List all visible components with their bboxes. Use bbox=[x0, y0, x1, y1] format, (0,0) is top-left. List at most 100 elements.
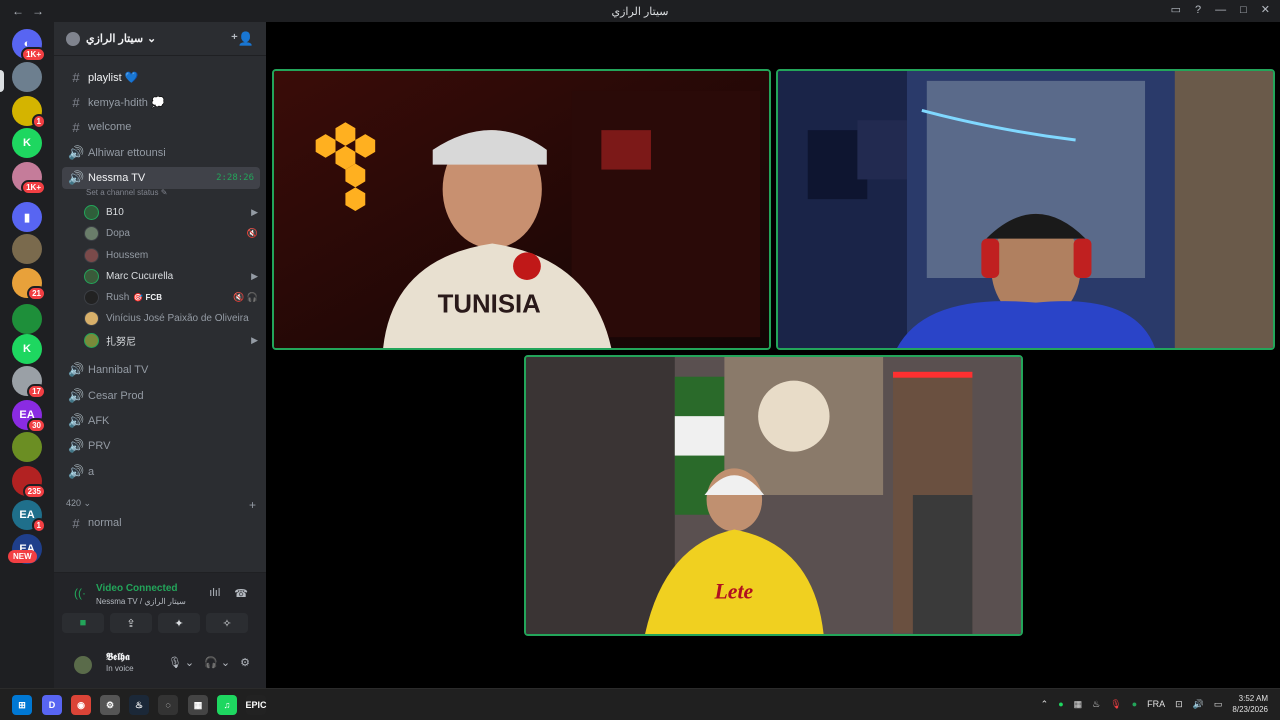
spotify-tray-icon[interactable]: ● bbox=[1058, 699, 1063, 709]
channel-label: Nessma TV bbox=[88, 172, 146, 184]
voice-status-subtitle[interactable]: Nessma TV / سيتار الرازي bbox=[96, 597, 186, 606]
channel-label: playlist 💙 bbox=[88, 71, 139, 84]
taskbar-app-icon[interactable]: ♨ bbox=[129, 695, 149, 715]
voice-member[interactable]: 扎努尼 ▶ bbox=[84, 330, 258, 350]
language-indicator[interactable]: FRA bbox=[1147, 699, 1165, 709]
taskbar-app-icon[interactable]: ⚙ bbox=[100, 695, 120, 715]
camera-on-icon: ▶ bbox=[251, 206, 258, 217]
channel-item[interactable]: 🔊 Nessma TV 2:28:26 bbox=[62, 167, 260, 189]
video-tile-3[interactable]: Lete bbox=[524, 355, 1023, 636]
member-name: 扎努尼 bbox=[106, 336, 136, 348]
microphone-icon[interactable]: 🎙 ⌄ bbox=[168, 656, 194, 669]
noise-suppression-icon[interactable]: ılıl bbox=[209, 587, 220, 600]
disconnect-icon[interactable]: ☎ bbox=[234, 587, 248, 600]
add-channel-icon[interactable]: + bbox=[249, 498, 256, 512]
channel-item[interactable]: # welcome bbox=[62, 116, 260, 138]
network-icon[interactable]: ⊡ bbox=[1175, 699, 1183, 710]
voice-member[interactable]: Vinícius José Paixão de Oliveira bbox=[84, 308, 258, 328]
new-badge: NEW bbox=[8, 550, 37, 563]
taskbar-app-icon[interactable]: ▦ bbox=[188, 695, 208, 715]
server-icon[interactable]: ◐ 1K+ bbox=[12, 29, 46, 62]
voice-member[interactable]: Houssem bbox=[84, 245, 258, 265]
server-icon[interactable] bbox=[12, 304, 42, 334]
server-icon[interactable] bbox=[12, 62, 42, 92]
server-icon[interactable]: K bbox=[12, 128, 42, 158]
server-icon[interactable]: EA 30 bbox=[12, 400, 46, 433]
volume-icon[interactable]: 🔊 bbox=[1193, 699, 1204, 710]
username[interactable]: 𝕭𝖊𝖑𝖍𝖆 bbox=[106, 652, 130, 663]
battery-icon[interactable]: ▭ bbox=[1214, 699, 1223, 710]
voice-member[interactable]: Dopa 🔇 bbox=[84, 223, 258, 243]
avatar[interactable] bbox=[72, 654, 94, 676]
server-glyph: K bbox=[23, 343, 31, 355]
channel-label: welcome bbox=[88, 121, 132, 133]
server-icon[interactable]: 1K+ bbox=[12, 162, 46, 195]
hash-icon: # bbox=[72, 69, 80, 85]
soundboard-button[interactable]: ✧ bbox=[206, 613, 248, 633]
voice-member[interactable]: B10 ▶ bbox=[84, 202, 258, 222]
server-icon[interactable] bbox=[12, 432, 42, 462]
clock[interactable]: 3:52 AM 8/23/2026 bbox=[1232, 693, 1268, 715]
mic-muted-tray-icon[interactable]: 🎙 bbox=[1110, 699, 1121, 710]
video-tile-2[interactable] bbox=[776, 69, 1275, 350]
status-tray-icon[interactable]: ● bbox=[1132, 699, 1137, 709]
taskbar-app-icon[interactable]: ♫ bbox=[217, 695, 237, 715]
server-icon[interactable] bbox=[12, 234, 42, 264]
channel-item[interactable]: 🔊 Alhiwar ettounsi bbox=[62, 142, 260, 164]
minimize-icon[interactable]: — bbox=[1215, 4, 1226, 16]
muted-icon: 🔇 🎧 bbox=[233, 291, 258, 302]
taskbar-app-icon[interactable]: ⊞ bbox=[12, 695, 32, 715]
channel-item[interactable]: # playlist 💙 bbox=[62, 66, 260, 88]
muted-icon: 🔇 bbox=[246, 227, 258, 238]
invite-icon[interactable]: ⁺👤 bbox=[231, 31, 254, 47]
speaker-icon: 🔊 bbox=[68, 362, 85, 377]
channel-item[interactable]: 🔊 AFK bbox=[62, 410, 260, 432]
steam-tray-icon[interactable]: ♨ bbox=[1092, 699, 1100, 710]
help-icon[interactable]: ? bbox=[1195, 4, 1201, 16]
channel-item[interactable]: 🔊 PRV bbox=[62, 435, 260, 457]
taskbar-app-icon[interactable]: EPIC bbox=[246, 695, 267, 715]
server-icon[interactable]: K bbox=[12, 334, 42, 364]
avatar bbox=[84, 310, 99, 326]
server-icon[interactable]: 21 bbox=[12, 268, 46, 301]
video-tile-1[interactable]: TUNISIA bbox=[272, 69, 771, 350]
headphones-icon[interactable]: 🎧 ⌄ bbox=[204, 656, 230, 669]
channel-item[interactable]: 🔊 Hannibal TV bbox=[62, 359, 260, 381]
taskbar-app-icon[interactable]: D bbox=[42, 695, 62, 715]
activities-button[interactable]: ✦ bbox=[158, 613, 200, 633]
maximize-icon[interactable]: □ bbox=[1240, 4, 1247, 16]
server-icon[interactable]: 1 bbox=[12, 96, 46, 129]
camera-on-icon: ▶ bbox=[251, 334, 258, 345]
voice-connected-panel: ((· Video Connected Nessma TV / سيتار ال… bbox=[54, 572, 266, 640]
channel-item[interactable]: 🔊 Cesar Prod bbox=[62, 385, 260, 407]
channel-item[interactable]: # kemya-hdith 💭 bbox=[62, 91, 260, 113]
channel-item[interactable]: 🔊 a bbox=[62, 461, 260, 483]
server-glyph: ▮ bbox=[23, 211, 31, 224]
tray-chevron-icon[interactable]: ⌃ bbox=[1041, 699, 1049, 710]
notification-badge: 1 bbox=[31, 518, 46, 533]
speaker-icon: 🔊 bbox=[68, 170, 85, 185]
server-icon[interactable]: EA 1 bbox=[12, 500, 46, 533]
voice-member[interactable]: Marc Cucurella ▶ bbox=[84, 266, 258, 286]
member-name: Marc Cucurella bbox=[106, 270, 174, 282]
tray-app-icon[interactable]: ▦ bbox=[1074, 699, 1083, 710]
taskbar-app-icon[interactable]: ◉ bbox=[71, 695, 91, 715]
channel-label: Cesar Prod bbox=[88, 390, 144, 402]
settings-gear-icon[interactable]: ⚙ bbox=[240, 656, 250, 669]
inbox-icon[interactable]: ▭ bbox=[1171, 3, 1181, 16]
close-icon[interactable]: ✕ bbox=[1261, 3, 1270, 16]
voice-status-title[interactable]: Video Connected bbox=[96, 583, 178, 594]
server-icon[interactable]: 17 bbox=[12, 366, 46, 399]
voice-member[interactable]: Rush 🎯 FCB 🔇 🎧 bbox=[84, 287, 258, 307]
camera-button[interactable]: ■ bbox=[62, 613, 104, 633]
server-icon[interactable]: ▮ bbox=[12, 202, 42, 232]
member-name: Houssem bbox=[106, 249, 149, 261]
category-header[interactable]: 420 ⌄ + bbox=[66, 498, 256, 512]
channel-status[interactable]: Set a channel status ✎ bbox=[86, 188, 167, 197]
guild-header[interactable]: سيتار الرازي ⌄ ⁺👤 bbox=[54, 22, 266, 56]
taskbar-app-icon[interactable]: ◌ bbox=[158, 695, 178, 715]
channel-item[interactable]: # normal bbox=[62, 512, 260, 534]
avatar bbox=[84, 204, 99, 220]
screen-share-button[interactable]: ⇪ bbox=[110, 613, 152, 633]
server-icon[interactable]: 235 bbox=[12, 466, 46, 499]
